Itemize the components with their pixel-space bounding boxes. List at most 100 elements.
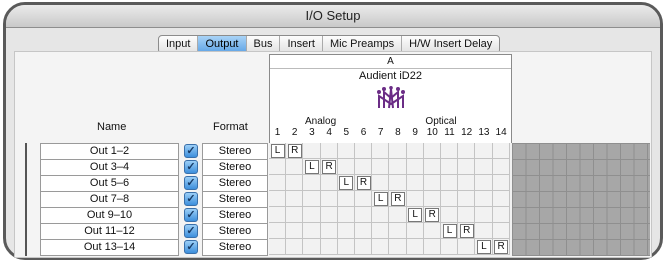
routing-cell[interactable] <box>286 239 304 255</box>
routing-cell[interactable] <box>389 159 407 175</box>
output-name-field[interactable]: Out 13–14 <box>40 239 179 256</box>
routing-cell[interactable] <box>303 175 321 191</box>
routing-cell[interactable] <box>475 207 493 223</box>
assign-left-marker[interactable]: L <box>476 240 491 254</box>
routing-cell[interactable] <box>441 159 459 175</box>
routing-cell[interactable] <box>389 175 407 191</box>
routing-cell[interactable] <box>406 143 424 159</box>
routing-cell[interactable] <box>269 191 287 207</box>
routing-cell[interactable] <box>372 175 390 191</box>
routing-cell[interactable] <box>441 175 459 191</box>
routing-cell[interactable] <box>372 239 390 255</box>
output-name-field[interactable]: Out 5–6 <box>40 175 179 192</box>
routing-cell[interactable] <box>320 191 338 207</box>
routing-cell[interactable] <box>269 223 287 239</box>
routing-cell[interactable] <box>303 239 321 255</box>
output-active-checkbox[interactable]: ✓ <box>184 192 198 206</box>
output-name-field[interactable]: Out 7–8 <box>40 191 179 208</box>
routing-cell[interactable] <box>355 239 373 255</box>
routing-cell[interactable] <box>441 239 459 255</box>
routing-cell[interactable] <box>269 239 287 255</box>
routing-cell[interactable] <box>389 143 407 159</box>
routing-cell[interactable] <box>441 207 459 223</box>
routing-cell[interactable] <box>372 143 390 159</box>
routing-cell[interactable] <box>372 223 390 239</box>
routing-cell[interactable] <box>389 223 407 239</box>
output-name-field[interactable]: Out 3–4 <box>40 159 179 176</box>
routing-cell[interactable] <box>423 223 441 239</box>
routing-cell[interactable] <box>406 191 424 207</box>
routing-cell[interactable] <box>475 143 493 159</box>
routing-cell[interactable] <box>303 191 321 207</box>
format-field[interactable]: Stereo <box>202 159 268 176</box>
routing-cell[interactable] <box>389 239 407 255</box>
routing-cell[interactable] <box>286 175 304 191</box>
output-active-checkbox[interactable]: ✓ <box>184 160 198 174</box>
routing-cell[interactable] <box>337 207 355 223</box>
assign-left-marker[interactable]: L <box>442 224 457 238</box>
routing-cell[interactable] <box>269 159 287 175</box>
routing-cell[interactable] <box>458 175 476 191</box>
routing-cell[interactable] <box>337 159 355 175</box>
routing-cell[interactable] <box>441 143 459 159</box>
routing-cell[interactable] <box>458 239 476 255</box>
routing-cell[interactable] <box>475 223 493 239</box>
routing-cell[interactable] <box>492 159 510 175</box>
output-active-checkbox[interactable]: ✓ <box>184 240 198 254</box>
routing-cell[interactable] <box>423 143 441 159</box>
routing-cell[interactable] <box>303 223 321 239</box>
routing-cell[interactable] <box>286 159 304 175</box>
column-header-name[interactable]: Name <box>97 121 126 133</box>
routing-cell[interactable] <box>320 223 338 239</box>
routing-cell[interactable] <box>355 207 373 223</box>
routing-cell[interactable] <box>458 191 476 207</box>
routing-cell[interactable] <box>303 143 321 159</box>
routing-cell[interactable] <box>355 143 373 159</box>
routing-cell[interactable] <box>372 207 390 223</box>
routing-cell[interactable] <box>475 191 493 207</box>
routing-cell[interactable] <box>423 175 441 191</box>
routing-cell[interactable] <box>423 239 441 255</box>
routing-cell[interactable] <box>475 159 493 175</box>
output-active-checkbox[interactable]: ✓ <box>184 224 198 238</box>
routing-cell[interactable] <box>269 207 287 223</box>
routing-cell[interactable] <box>355 191 373 207</box>
assign-left-marker[interactable]: L <box>373 192 388 206</box>
assign-right-marker[interactable]: R <box>287 144 302 158</box>
format-field[interactable]: Stereo <box>202 239 268 256</box>
routing-cell[interactable] <box>320 207 338 223</box>
output-active-checkbox[interactable]: ✓ <box>184 176 198 190</box>
routing-cell[interactable] <box>389 207 407 223</box>
assign-right-marker[interactable]: R <box>425 208 440 222</box>
routing-cell[interactable] <box>406 159 424 175</box>
routing-cell[interactable] <box>423 159 441 175</box>
routing-cell[interactable] <box>492 143 510 159</box>
routing-cell[interactable] <box>320 239 338 255</box>
routing-cell[interactable] <box>355 159 373 175</box>
routing-cell[interactable] <box>475 175 493 191</box>
assign-right-marker[interactable]: R <box>390 192 405 206</box>
routing-cell[interactable] <box>423 191 441 207</box>
format-field[interactable]: Stereo <box>202 223 268 240</box>
routing-cell[interactable] <box>458 143 476 159</box>
routing-cell[interactable] <box>337 191 355 207</box>
routing-cell[interactable] <box>406 239 424 255</box>
output-name-field[interactable]: Out 1–2 <box>40 143 179 160</box>
routing-cell[interactable] <box>492 191 510 207</box>
format-field[interactable]: Stereo <box>202 191 268 208</box>
output-name-field[interactable]: Out 11–12 <box>40 223 179 240</box>
assign-left-marker[interactable]: L <box>339 176 354 190</box>
routing-cell[interactable] <box>320 175 338 191</box>
routing-cell[interactable] <box>372 159 390 175</box>
routing-cell[interactable] <box>355 223 373 239</box>
routing-cell[interactable] <box>406 223 424 239</box>
routing-cell[interactable] <box>492 175 510 191</box>
routing-cell[interactable] <box>492 207 510 223</box>
assign-left-marker[interactable]: L <box>408 208 423 222</box>
routing-cell[interactable] <box>458 159 476 175</box>
assign-right-marker[interactable]: R <box>356 176 371 190</box>
routing-cell[interactable] <box>406 175 424 191</box>
output-active-checkbox[interactable]: ✓ <box>184 208 198 222</box>
routing-cell[interactable] <box>269 175 287 191</box>
column-header-format[interactable]: Format <box>213 121 248 133</box>
